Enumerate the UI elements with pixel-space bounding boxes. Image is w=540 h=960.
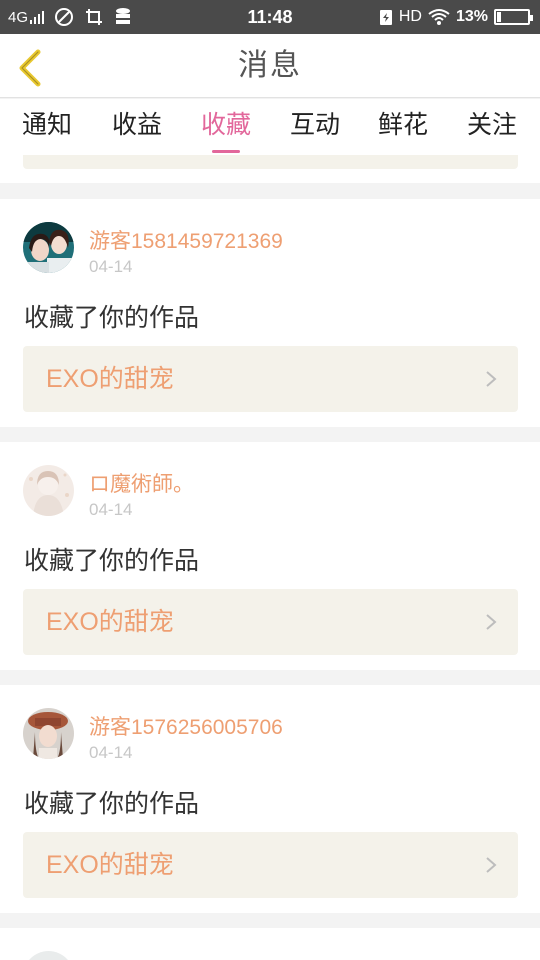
message-card: ロ魔術師。 04-14 收藏了你的作品 EXO的甜宠 — [0, 442, 540, 670]
username[interactable]: ロ魔術師。 — [89, 468, 194, 498]
tab-bar: 通知 收益 收藏 互动 鲜花 关注 — [0, 99, 540, 155]
work-box[interactable] — [23, 155, 518, 169]
battery-icon — [494, 9, 533, 25]
message-action: 收藏了你的作品 — [24, 789, 200, 818]
work-link[interactable]: EXO的甜宠 — [23, 832, 518, 898]
avatar[interactable] — [23, 222, 74, 273]
avatar[interactable] — [23, 465, 74, 516]
message-date: 04-14 — [89, 500, 133, 519]
chevron-right-icon — [486, 371, 497, 387]
work-title: EXO的甜宠 — [46, 608, 174, 636]
username[interactable]: 游客1581459721369 — [89, 225, 283, 255]
battery-percent: 13% — [455, 8, 488, 25]
tab-notice[interactable]: 通知 — [22, 105, 72, 149]
chevron-right-icon — [486, 614, 497, 630]
message-list[interactable]: 游客1581459721369 04-14 收藏了你的作品 EXO的甜宠 ロ魔術… — [0, 155, 540, 960]
tab-label: 关注 — [467, 110, 518, 139]
tab-label: 收益 — [112, 110, 163, 139]
work-title: EXO的甜宠 — [46, 851, 174, 879]
message-card: 游客1581459721369 04-14 收藏了你的作品 EXO的甜宠 — [0, 199, 540, 427]
message-card-partial — [0, 928, 540, 960]
tab-flowers[interactable]: 鲜花 — [378, 105, 428, 149]
tab-label: 收藏 — [201, 110, 252, 139]
avatar[interactable] — [23, 951, 74, 960]
tab-favorites[interactable]: 收藏 — [201, 105, 252, 153]
message-date: 04-14 — [89, 743, 133, 762]
tab-earnings[interactable]: 收益 — [112, 105, 162, 149]
tab-interaction[interactable]: 互动 — [290, 105, 340, 149]
work-link[interactable]: EXO的甜宠 — [23, 589, 518, 655]
avatar[interactable] — [23, 708, 74, 759]
app-header: 消息 — [0, 34, 540, 98]
battery-saver-icon — [379, 10, 392, 25]
work-title: EXO的甜宠 — [46, 365, 174, 393]
chevron-right-icon — [486, 857, 497, 873]
tab-label: 通知 — [22, 110, 73, 139]
status-bar: 4G 11:48 HD 13% — [0, 0, 540, 34]
message-card: 游客1576256005706 04-14 收藏了你的作品 EXO的甜宠 — [0, 685, 540, 913]
work-link[interactable]: EXO的甜宠 — [23, 346, 518, 412]
wifi-icon — [428, 9, 450, 25]
page-title: 消息 — [238, 48, 302, 83]
previous-card-tail — [0, 155, 540, 183]
message-action: 收藏了你的作品 — [24, 303, 200, 332]
battery-level — [497, 12, 501, 22]
username[interactable]: 游客1576256005706 — [89, 711, 283, 741]
tab-label: 互动 — [290, 110, 341, 139]
hd-label: HD — [398, 8, 422, 25]
message-date: 04-14 — [89, 257, 133, 276]
status-right: HD 13% — [379, 0, 533, 34]
tab-label: 鲜花 — [378, 110, 429, 139]
tab-follow[interactable]: 关注 — [467, 105, 517, 149]
message-action: 收藏了你的作品 — [24, 546, 200, 575]
active-tab-indicator — [212, 150, 240, 153]
